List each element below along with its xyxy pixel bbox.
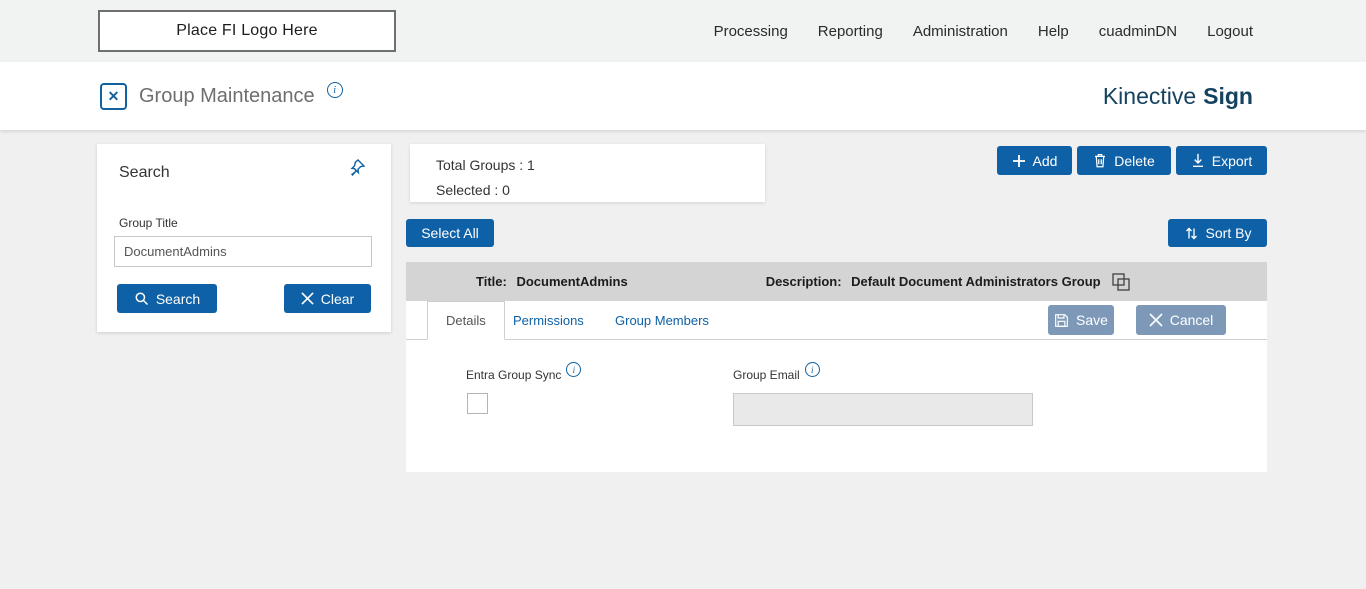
group-title-row-value: DocumentAdmins (516, 274, 628, 289)
group-email-info-icon[interactable]: i (804, 362, 820, 377)
nav-administration[interactable]: Administration (913, 23, 1008, 40)
entra-group-sync-checkbox[interactable] (467, 393, 488, 414)
selected-count: Selected : 0 (436, 182, 510, 198)
nav-reporting[interactable]: Reporting (818, 23, 883, 40)
nav-help[interactable]: Help (1038, 23, 1069, 40)
page-info-icon[interactable]: i (326, 82, 343, 98)
fi-logo-placeholder: Place FI Logo Here (98, 10, 396, 52)
brand-first: Kinective (1102, 82, 1197, 109)
select-all-button[interactable]: Select All (406, 219, 494, 247)
main-content: Search Group Title Search Clear Total Gr… (0, 130, 1366, 589)
export-button[interactable]: Export (1176, 146, 1267, 175)
group-title-row-label: Title: (476, 274, 507, 289)
group-maintenance-icon: ✕ (100, 82, 127, 110)
pin-icon[interactable] (347, 157, 367, 177)
tab-group-members[interactable]: Group Members (615, 301, 709, 340)
entra-info-icon[interactable]: i (566, 362, 582, 377)
top-bar: Place FI Logo Here Processing Reporting … (0, 0, 1366, 62)
sort-by-button[interactable]: Sort By (1168, 219, 1267, 247)
page-title: Group Maintenance (139, 84, 315, 107)
total-groups-count: Total Groups : 1 (436, 157, 535, 173)
group-description-value: Default Document Administrators Group (851, 274, 1101, 289)
tab-details[interactable]: Details (427, 301, 505, 340)
group-email-input (733, 393, 1033, 426)
nav-processing[interactable]: Processing (714, 23, 788, 40)
top-navigation: Processing Reporting Administration Help… (714, 0, 1253, 62)
add-button[interactable]: Add (997, 146, 1072, 175)
group-title-input[interactable] (114, 236, 372, 267)
group-detail-panel: Details Permissions Group Members Save C… (406, 301, 1267, 472)
page-header: ✕ Group Maintenance i Kinective Sign (0, 62, 1366, 130)
clear-x-icon (301, 292, 314, 305)
save-button[interactable]: Save (1048, 305, 1114, 335)
search-panel: Search Group Title Search Clear (97, 144, 391, 332)
download-icon (1192, 153, 1203, 168)
groups-summary: Total Groups : 1 Selected : 0 (410, 144, 765, 202)
brand-logo: Kinective Sign (1103, 62, 1253, 130)
brand-second: Sign (1203, 82, 1253, 109)
nav-user-cuadmindn[interactable]: cuadminDN (1099, 23, 1177, 40)
search-button[interactable]: Search (117, 284, 217, 313)
group-description-label: Description: (765, 274, 842, 289)
clear-button[interactable]: Clear (284, 284, 371, 313)
search-panel-title: Search (119, 164, 170, 181)
group-title-label: Group Title (119, 216, 178, 230)
group-row[interactable]: Title: DocumentAdmins Description: Defau… (406, 262, 1267, 301)
sort-icon (1185, 227, 1197, 239)
copy-icon[interactable] (1109, 270, 1133, 294)
cancel-x-icon (1149, 313, 1163, 327)
trash-icon (1095, 154, 1106, 168)
delete-button[interactable]: Delete (1077, 146, 1171, 175)
group-email-label: Group Email (733, 367, 800, 382)
search-icon (135, 292, 148, 306)
fi-logo-text: Place FI Logo Here (176, 22, 318, 39)
tab-permissions[interactable]: Permissions (513, 301, 584, 340)
nav-logout[interactable]: Logout (1207, 23, 1253, 40)
cancel-button[interactable]: Cancel (1136, 305, 1226, 335)
plus-icon (1012, 154, 1025, 167)
entra-group-sync-label: Entra Group Sync (466, 367, 562, 382)
save-floppy-icon (1055, 313, 1068, 327)
